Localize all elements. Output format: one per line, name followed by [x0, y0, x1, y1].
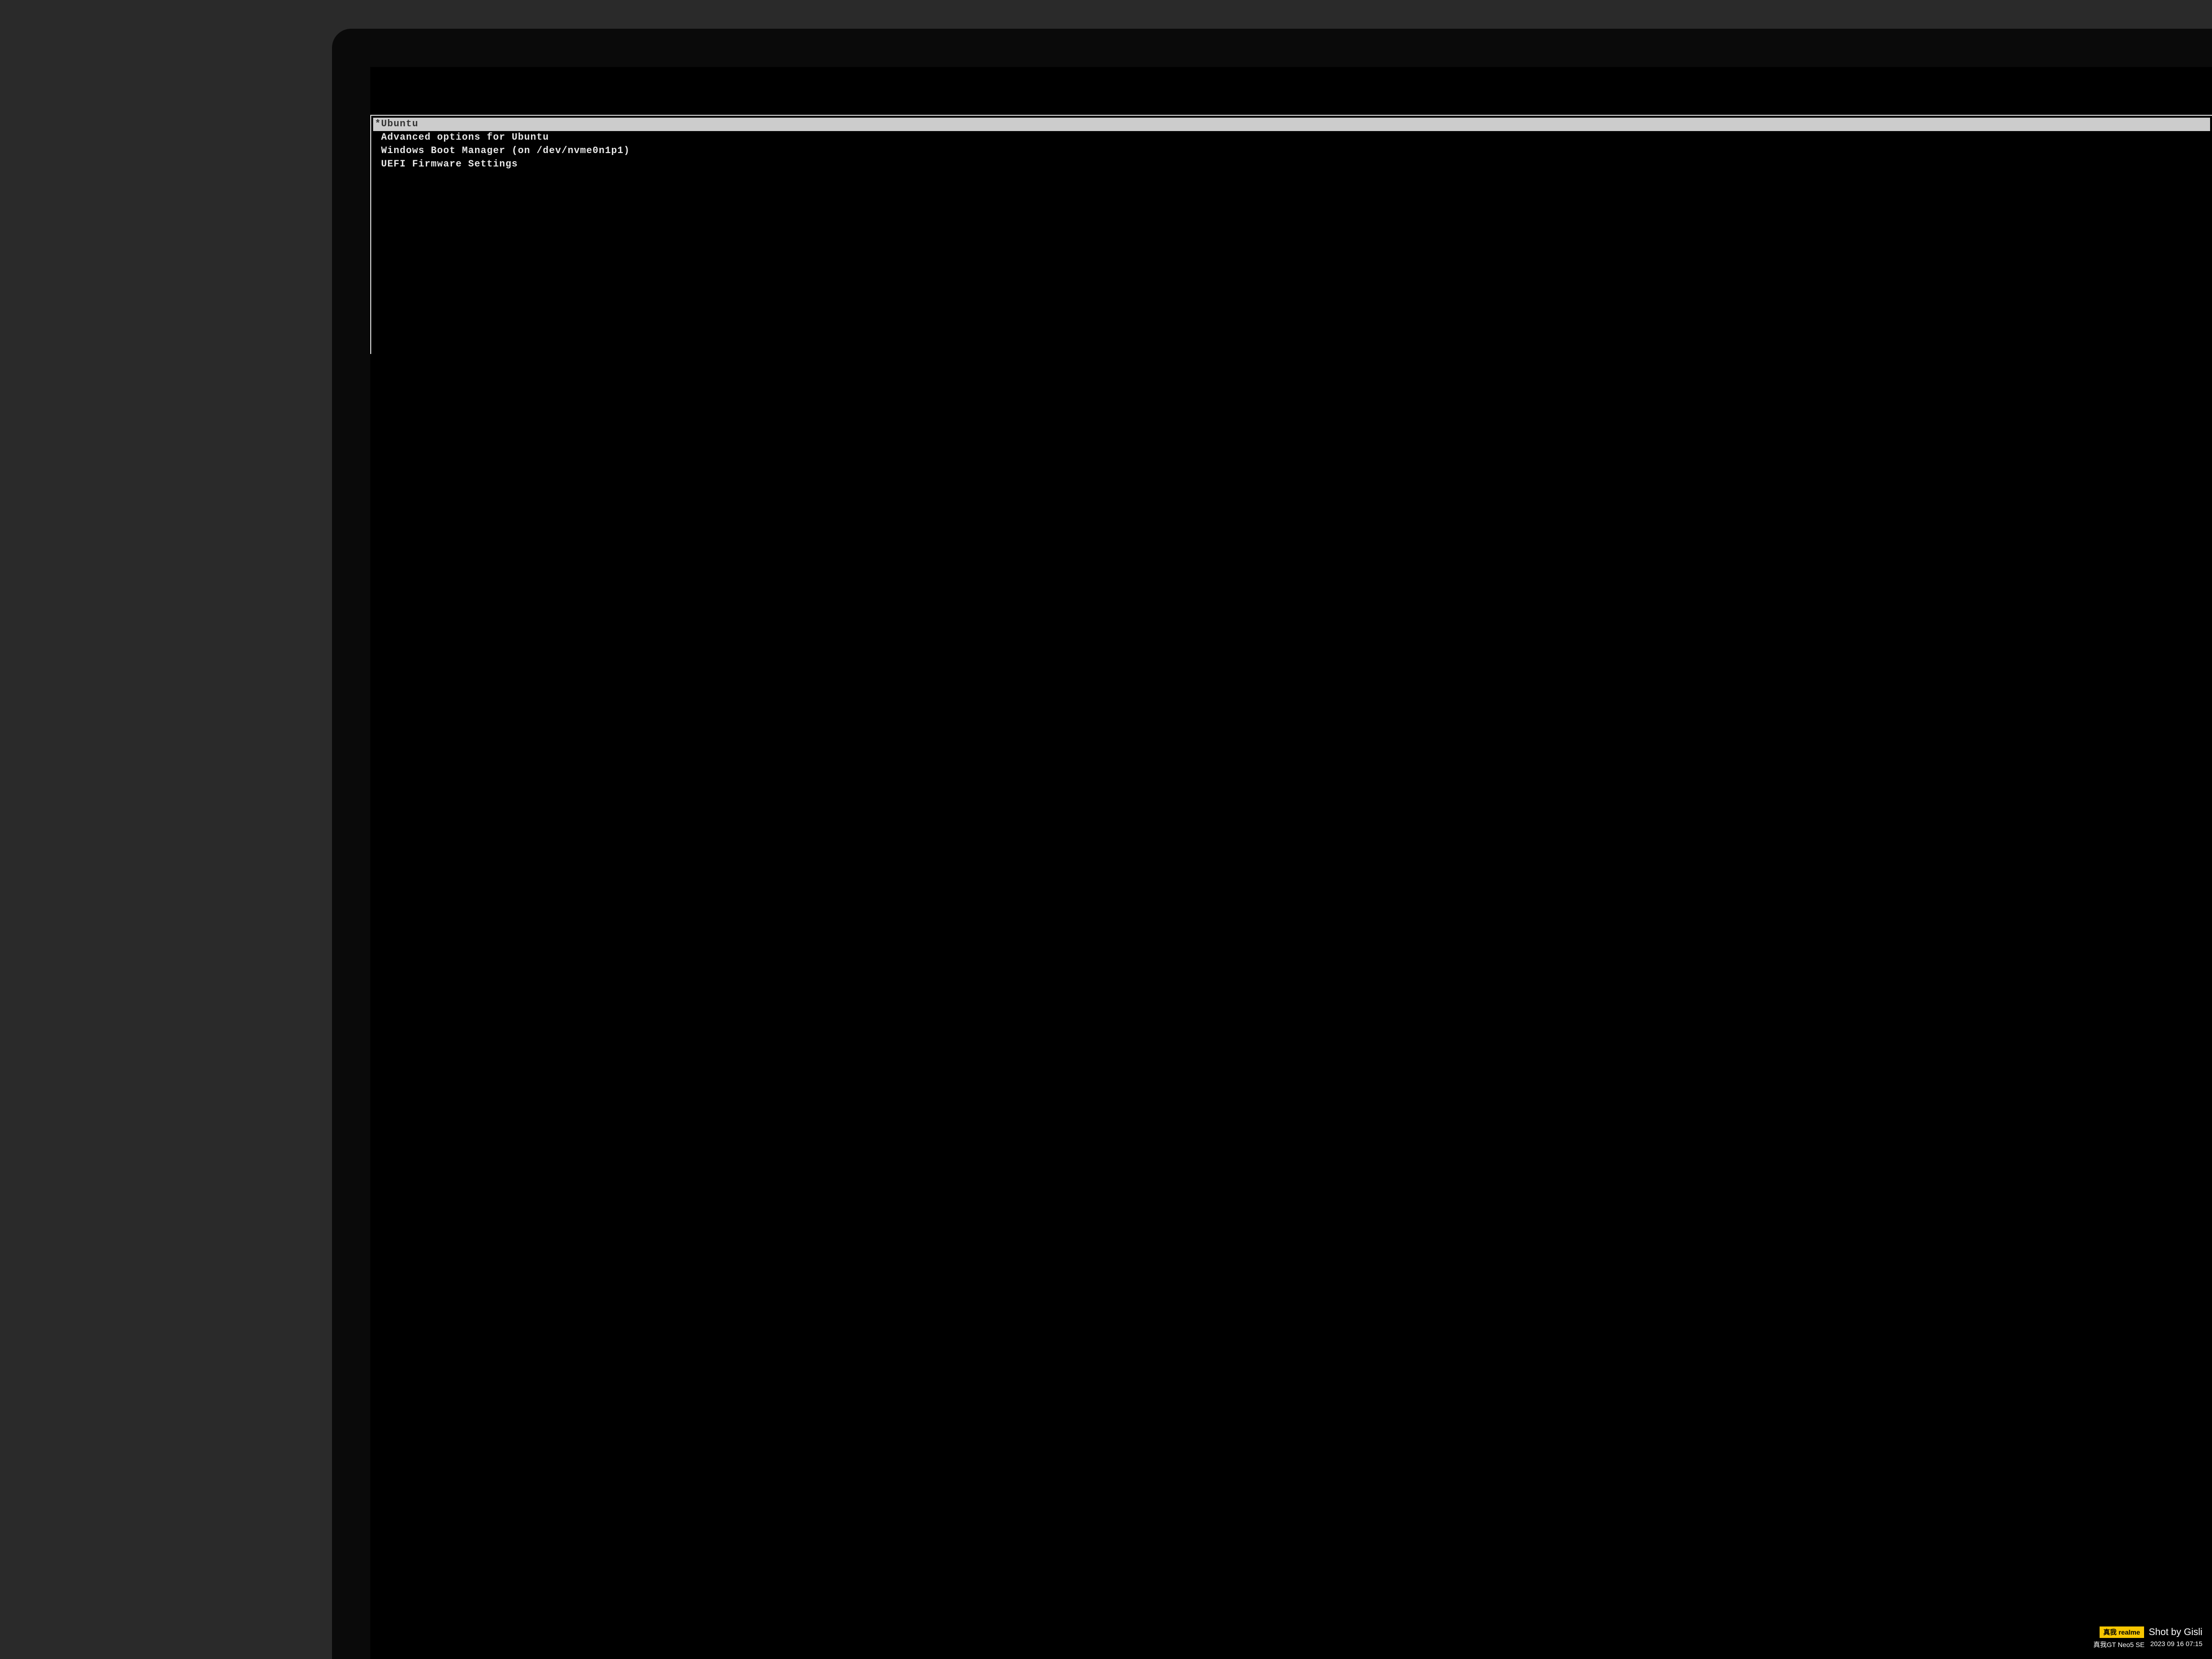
menu-item-advanced-ubuntu[interactable]: Advanced options for Ubuntu — [373, 131, 2210, 144]
watermark-line1: 真我 realme Shot by Gisli — [2093, 1626, 2202, 1638]
menu-item-ubuntu[interactable]: *Ubuntu — [373, 118, 2210, 131]
menu-item-windows-boot-manager[interactable]: Windows Boot Manager (on /dev/nvme0n1p1) — [373, 144, 2210, 158]
timestamp: 2023 09 16 07:15 — [2150, 1640, 2202, 1649]
camera-watermark: 真我 realme Shot by Gisli 真我GT Neo5 SE 202… — [2093, 1626, 2202, 1649]
watermark-line2: 真我GT Neo5 SE 2023 09 16 07:15 — [2093, 1640, 2202, 1649]
shot-by-text: Shot by Gisli — [2149, 1627, 2202, 1638]
menu-item-uefi-firmware[interactable]: UEFI Firmware Settings — [373, 158, 2210, 171]
device-name: 真我GT Neo5 SE — [2093, 1640, 2145, 1649]
realme-badge: 真我 realme — [2100, 1626, 2144, 1638]
screen: *Ubuntu Advanced options for Ubuntu Wind… — [370, 67, 2212, 1659]
badge-cn: 真我 — [2103, 1628, 2117, 1636]
laptop-frame: *Ubuntu Advanced options for Ubuntu Wind… — [332, 29, 2212, 1659]
badge-en: realme — [2119, 1628, 2140, 1636]
grub-menu-box: *Ubuntu Advanced options for Ubuntu Wind… — [370, 115, 2212, 354]
